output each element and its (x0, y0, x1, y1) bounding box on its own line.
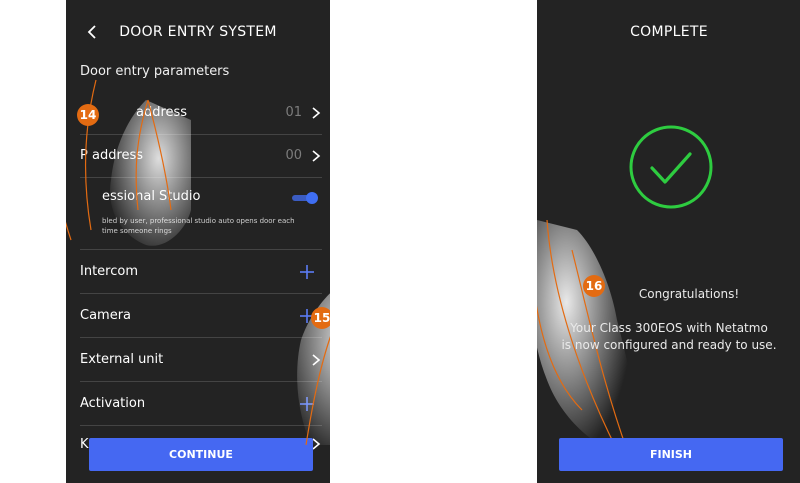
page-title: DOOR ENTRY SYSTEM (119, 24, 277, 40)
address-label: address (136, 105, 188, 120)
check-circle-icon (629, 125, 713, 209)
menu-item-external-unit[interactable]: External unit (80, 338, 322, 382)
chevron-right-icon (312, 106, 321, 119)
menu-item-label: External unit (80, 352, 164, 367)
complete-screen: COMPLETE 16 Congratulations! Your Class … (537, 0, 800, 483)
door-entry-screen: DOOR ENTRY SYSTEM Door entry parameters … (66, 0, 330, 483)
completion-message-line1: Your Class 300EOS with Netatmo (570, 321, 768, 335)
chevron-right-icon (312, 353, 321, 366)
congratulations-heading: Congratulations! (638, 287, 740, 301)
menu-item-intercom[interactable]: Intercom (80, 250, 322, 294)
address-value: 01 (285, 105, 302, 120)
back-button[interactable] (82, 22, 102, 42)
professional-studio-row: essional Studio (80, 177, 322, 250)
plus-icon[interactable] (298, 263, 316, 281)
completion-message-line2: is now configured and ready to use. (561, 338, 777, 352)
p-address-row[interactable]: P address 00 (80, 134, 322, 178)
plus-icon[interactable] (298, 395, 316, 413)
chevron-left-icon (87, 25, 96, 39)
step-badge-15: 15 (311, 307, 330, 329)
finish-button[interactable]: FINISH (559, 438, 783, 471)
section-title: Door entry parameters (80, 64, 230, 79)
professional-studio-label: essional Studio (102, 189, 201, 204)
chevron-right-icon (312, 149, 321, 162)
menu-item-label: Intercom (80, 264, 138, 279)
p-address-value: 00 (285, 148, 302, 163)
step-badge-14: 14 (77, 104, 99, 126)
menu-item-label: Camera (80, 308, 132, 323)
address-row[interactable]: address 01 (80, 91, 322, 135)
menu-item-activation[interactable]: Activation (80, 382, 322, 426)
continue-button[interactable]: CONTINUE (89, 438, 313, 471)
page-title: COMPLETE (630, 24, 708, 40)
professional-studio-description: bled by user, professional studio auto o… (102, 217, 295, 235)
p-address-label: P address (80, 148, 144, 163)
header: DOOR ENTRY SYSTEM (66, 0, 330, 64)
header: COMPLETE (537, 0, 800, 64)
pointing-hand-illustration (537, 219, 634, 455)
menu-item-camera[interactable]: Camera (80, 294, 322, 338)
menu-item-label: Activation (80, 396, 146, 411)
professional-studio-toggle[interactable] (292, 192, 318, 204)
